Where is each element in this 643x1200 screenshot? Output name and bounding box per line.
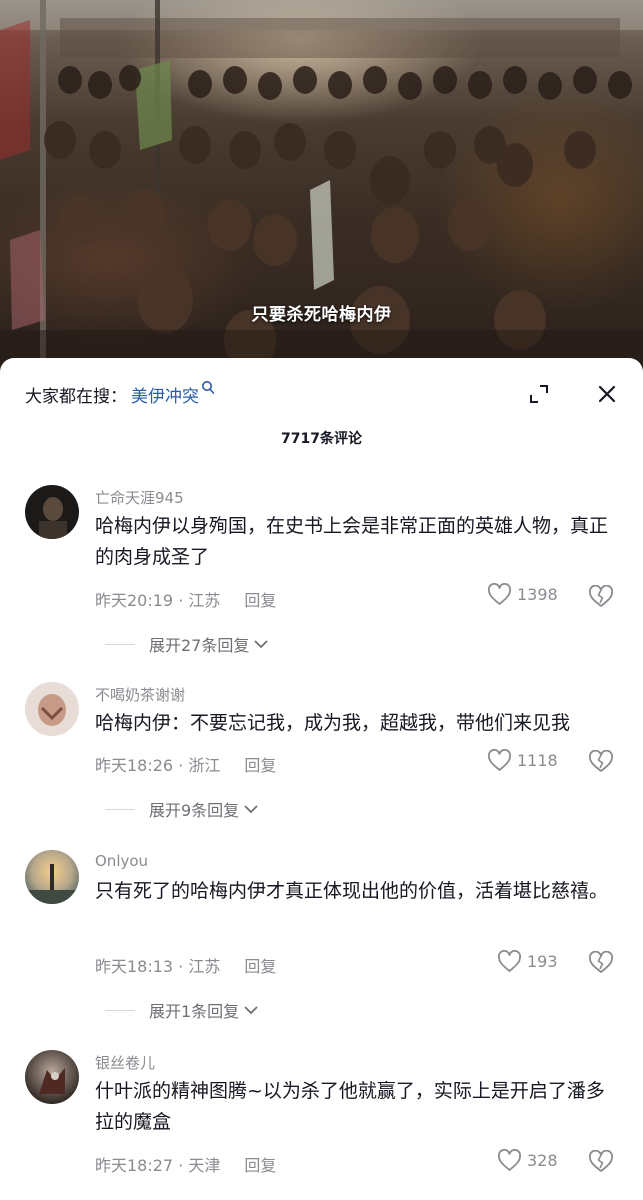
avatar[interactable] [25, 682, 79, 736]
like-button[interactable]: 1398 [487, 583, 558, 606]
avatar[interactable] [25, 485, 79, 539]
comment-meta: 昨天20:19 · 江苏 回复 [95, 587, 276, 611]
like-count: 1398 [517, 585, 558, 604]
reply-button[interactable]: 回复 [244, 752, 276, 776]
comment-text: 只有死了的哈梅内伊才真正体现出他的价值，活着堪比慈禧。 [95, 880, 609, 902]
comment-time-location: 昨天18:26 · 浙江 [95, 756, 221, 775]
reply-button[interactable]: 回复 [244, 1152, 276, 1176]
comment-username[interactable]: 不喝奶茶谢谢 [95, 684, 185, 705]
chevron-down-icon [244, 1006, 258, 1015]
comment-time-location: 昨天18:13 · 江苏 [95, 957, 221, 976]
like-button[interactable]: 328 [497, 1149, 558, 1172]
close-icon[interactable] [595, 382, 619, 406]
search-icon[interactable] [201, 380, 215, 396]
search-term-link[interactable]: 美伊冲突 [131, 382, 199, 407]
comment-text: 哈梅内伊：不要忘记我，成为我，超越我，带他们来见我 [95, 712, 571, 734]
like-count: 1118 [517, 751, 558, 770]
reply-button[interactable]: 回复 [244, 953, 276, 977]
reply-button[interactable]: 回复 [244, 587, 276, 611]
divider [105, 643, 135, 645]
avatar[interactable] [25, 850, 79, 904]
heart-icon [497, 1149, 522, 1171]
comment-meta: 昨天18:26 · 浙江 回复 [95, 752, 276, 776]
divider [105, 1009, 135, 1011]
expand-replies-button[interactable]: 展开9条回复 [105, 797, 259, 821]
expand-replies-button[interactable]: 展开27条回复 [105, 632, 269, 656]
comments-panel: 大家都在搜： 美伊冲突 7717条评论 亡命天涯945 哈梅内伊以身殉国，在史书… [0, 358, 643, 1200]
broken-heart-icon[interactable] [588, 950, 614, 975]
chevron-down-icon [254, 640, 269, 649]
expand-replies-button[interactable]: 展开1条回复 [105, 998, 259, 1022]
like-count: 193 [527, 952, 558, 971]
expand-replies-label: 展开9条回复 [149, 801, 240, 820]
like-count: 328 [527, 1151, 558, 1170]
expand-replies-label: 展开1条回复 [149, 1002, 240, 1021]
comment-username[interactable]: Onlyou [95, 852, 148, 870]
comment-username[interactable]: 亡命天涯945 [95, 487, 184, 508]
comment-meta: 昨天18:27 · 天津 回复 [95, 1152, 276, 1176]
divider [105, 808, 135, 810]
comment-meta: 昨天18:13 · 江苏 回复 [95, 953, 276, 977]
comment-username[interactable]: 银丝卷儿 [95, 1052, 155, 1073]
heart-icon [487, 749, 512, 771]
search-suggestion[interactable]: 大家都在搜： 美伊冲突 [25, 380, 215, 407]
expand-icon[interactable] [527, 382, 551, 406]
video-player[interactable]: 只要杀死哈梅内伊 [0, 0, 643, 372]
comment-time-location: 昨天18:27 · 天津 [95, 1156, 221, 1175]
expand-replies-label: 展开27条回复 [149, 636, 250, 655]
like-button[interactable]: 193 [497, 950, 558, 973]
avatar[interactable] [25, 1050, 79, 1104]
heart-icon [487, 583, 512, 605]
broken-heart-icon[interactable] [588, 584, 614, 609]
comment-time-location: 昨天20:19 · 江苏 [95, 591, 221, 610]
broken-heart-icon[interactable] [588, 749, 614, 774]
comment-text: 什叶派的精神图腾~以为杀了他就赢了，实际上是开启了潘多拉的魔盒 [95, 1080, 605, 1133]
like-button[interactable]: 1118 [487, 749, 558, 772]
chevron-down-icon [244, 805, 258, 814]
comment-text: 哈梅内伊以身殉国，在史书上会是非常正面的英雄人物，真正的肉身成圣了 [95, 515, 609, 568]
broken-heart-icon[interactable] [588, 1149, 614, 1174]
video-caption: 只要杀死哈梅内伊 [251, 305, 392, 325]
comment-count: 7717条评论 [281, 431, 362, 447]
heart-icon [497, 950, 522, 972]
search-prefix: 大家都在搜： [25, 386, 127, 407]
